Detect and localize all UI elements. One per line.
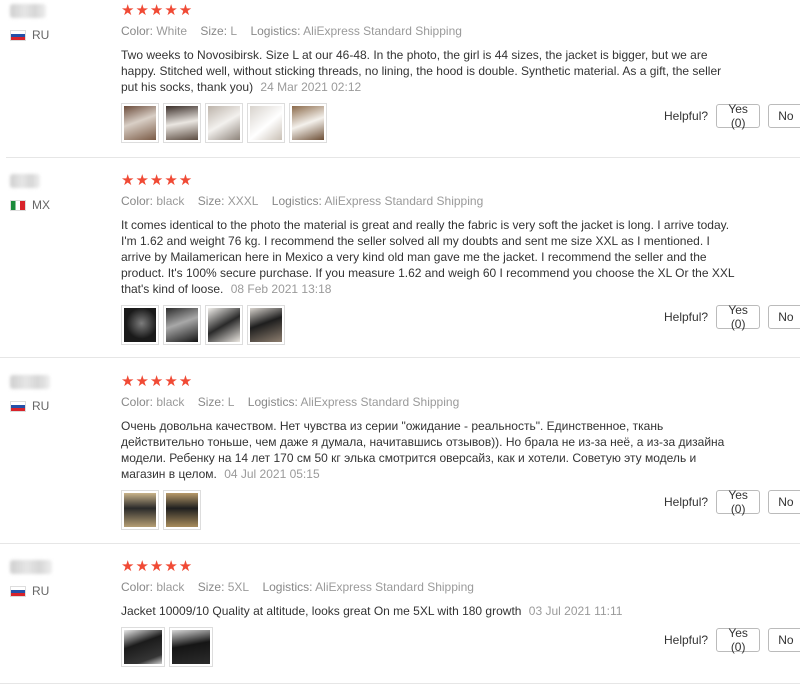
review-divider <box>0 357 800 358</box>
helpful-label: Helpful? <box>664 310 709 324</box>
review-photos <box>121 103 736 143</box>
helpful-no-button[interactable]: No <box>768 628 800 652</box>
review-photos <box>121 490 736 530</box>
review-photo-thumbnail[interactable] <box>163 490 201 530</box>
review-photo-thumbnail[interactable] <box>247 305 285 345</box>
review-photo-thumbnail[interactable] <box>205 305 243 345</box>
attr-size: XXXL <box>227 194 259 208</box>
review-photo-thumbnail[interactable] <box>163 103 201 143</box>
review-photo-thumbnail[interactable] <box>121 490 159 530</box>
reviewer-name-blurred <box>10 560 52 574</box>
rating-stars: ★★★★★ <box>121 172 194 189</box>
helpful-label: Helpful? <box>664 495 709 509</box>
helpful-yes-button[interactable]: Yes (0) <box>716 626 761 654</box>
review-attributes: Color: black Size: L Logistics: AliExpre… <box>121 395 460 409</box>
helpful-label: Helpful? <box>664 633 709 647</box>
helpful-no-button[interactable]: No <box>768 104 800 128</box>
reviewer-name-blurred <box>10 375 50 389</box>
review-photo-thumbnail[interactable] <box>163 305 201 345</box>
reviewer-country: RU <box>10 584 110 598</box>
flag-ru-icon <box>10 400 26 412</box>
review-content: ★★★★★ Color: black Size: 5XL Logistics: … <box>121 559 736 667</box>
review-date: 03 Jul 2021 11:11 <box>528 604 623 618</box>
helpful-yes-button[interactable]: Yes (0) <box>716 102 761 130</box>
review-date: 24 Mar 2021 02:12 <box>260 80 362 94</box>
reviewer-info: RU <box>10 375 110 413</box>
review-divider <box>0 543 800 544</box>
review-photos <box>121 627 736 667</box>
review-photo-thumbnail[interactable] <box>121 627 165 667</box>
attr-size: 5XL <box>227 580 250 594</box>
rating-stars: ★★★★★ <box>121 2 194 19</box>
review-divider <box>6 157 800 158</box>
reviewer-country: RU <box>10 399 110 413</box>
reviewer-info: MX <box>10 174 110 212</box>
helpful-voting: Helpful? Yes (0) No <box>664 626 800 654</box>
review-photos <box>121 305 736 345</box>
review-attributes: Color: black Size: XXXL Logistics: AliEx… <box>121 194 484 208</box>
review-photo-thumbnail[interactable] <box>169 627 213 667</box>
review-photo-thumbnail[interactable] <box>205 103 243 143</box>
review-date: 04 Jul 2021 05:15 <box>224 467 320 481</box>
review-content: ★★★★★ Color: White Size: L Logistics: Al… <box>121 3 736 143</box>
attr-size: L <box>227 395 235 409</box>
attr-logistics: AliExpress Standard Shipping <box>324 194 484 208</box>
reviewer-country: MX <box>10 198 110 212</box>
review-attributes: Color: black Size: 5XL Logistics: AliExp… <box>121 580 474 594</box>
review-text: Jacket 10009/10 Quality at altitude, loo… <box>121 604 623 618</box>
attr-logistics: AliExpress Standard Shipping <box>315 580 474 594</box>
helpful-label: Helpful? <box>664 109 709 123</box>
review-photo-thumbnail[interactable] <box>121 305 159 345</box>
review-photo-thumbnail[interactable] <box>247 103 285 143</box>
helpful-yes-button[interactable]: Yes (0) <box>716 488 761 516</box>
rating-stars: ★★★★★ <box>121 373 194 390</box>
review-attributes: Color: White Size: L Logistics: AliExpre… <box>121 24 462 38</box>
review-photo-thumbnail[interactable] <box>289 103 327 143</box>
reviewer-name-blurred <box>10 174 40 188</box>
reviewer-country: RU <box>10 28 110 42</box>
country-code: MX <box>32 198 50 212</box>
country-code: RU <box>32 28 50 42</box>
attr-logistics: AliExpress Standard Shipping <box>300 395 460 409</box>
attr-color: black <box>156 580 185 594</box>
helpful-no-button[interactable]: No <box>768 490 800 514</box>
flag-mx-icon <box>10 199 26 211</box>
attr-color: White <box>156 24 188 38</box>
country-code: RU <box>32 584 50 598</box>
review-photo-thumbnail[interactable] <box>121 103 159 143</box>
attr-size: L <box>230 24 238 38</box>
reviewer-info: RU <box>10 4 110 42</box>
country-code: RU <box>32 399 50 413</box>
reviewer-name-blurred <box>10 4 46 18</box>
attr-color: black <box>156 194 185 208</box>
review-content: ★★★★★ Color: black Size: XXXL Logistics:… <box>121 173 736 345</box>
review-text: It comes identical to the photo the mate… <box>121 218 735 296</box>
review-text: Two weeks to Novosibirsk. Size L at our … <box>121 48 722 94</box>
attr-color: black <box>156 395 185 409</box>
helpful-voting: Helpful? Yes (0) No <box>664 102 800 130</box>
flag-ru-icon <box>10 29 26 41</box>
review-divider <box>0 683 800 684</box>
rating-stars: ★★★★★ <box>121 558 194 575</box>
helpful-yes-button[interactable]: Yes (0) <box>716 303 761 331</box>
review-date: 08 Feb 2021 13:18 <box>230 282 332 296</box>
reviewer-info: RU <box>10 560 110 598</box>
helpful-no-button[interactable]: No <box>768 305 800 329</box>
attr-logistics: AliExpress Standard Shipping <box>303 24 462 38</box>
review-text: Очень довольна качеством. Нет чувства из… <box>121 419 725 481</box>
helpful-voting: Helpful? Yes (0) No <box>664 303 800 331</box>
helpful-voting: Helpful? Yes (0) No <box>664 488 800 516</box>
review-content: ★★★★★ Color: black Size: L Logistics: Al… <box>121 374 736 530</box>
flag-ru-icon <box>10 585 26 597</box>
